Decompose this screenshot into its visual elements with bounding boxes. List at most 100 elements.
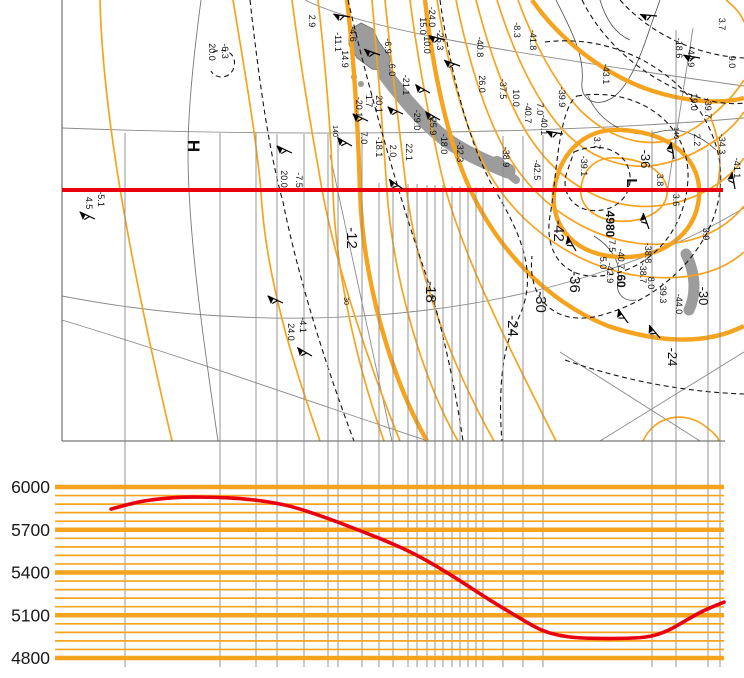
barb-tick (647, 15, 651, 20)
station-value-label: -41.8 (528, 30, 538, 51)
pressure-center-label: 4980 (603, 211, 617, 238)
wind-barb-icon (334, 138, 352, 152)
station-value-label: -18.1 (374, 137, 384, 158)
station-value-label: 3.8 (655, 174, 665, 187)
station-value-label: -40.1 (539, 115, 549, 136)
graticule-value-label: 140 (672, 127, 679, 139)
wind-barb-icon (265, 296, 283, 309)
wind-barb-icon (613, 309, 628, 326)
barb-pennant (334, 138, 343, 146)
small-island (358, 81, 364, 87)
y-axis-tick-label: 5700 (11, 520, 50, 540)
isotherm-value-label: -24 (665, 348, 680, 367)
station-value-label: -6.3 (220, 43, 230, 59)
station-value-label: -32.3 (455, 142, 465, 163)
station-value-label: -42.9 (605, 263, 615, 284)
height-contours-thick (347, 0, 744, 441)
station-value-label: -25.3 (435, 30, 445, 51)
station-value-label: -29.0 (412, 110, 422, 131)
station-value-label: 1.7 (364, 95, 374, 108)
station-value-label: -43.1 (601, 64, 611, 85)
station-value-label: -39.9 (557, 87, 567, 108)
station-value-label: -41.1 (732, 158, 742, 179)
station-value-label: -4.6 (348, 26, 358, 42)
height-scale-gridlines (55, 487, 724, 658)
pressure-center-label: H (184, 140, 203, 152)
isotherm-value-label: -42 (550, 220, 567, 242)
station-value-label: 19.0 (689, 93, 699, 111)
station-value-label: -38.7 (638, 263, 648, 284)
barb-pennant (640, 15, 647, 22)
station-value-label: -18.6 (674, 38, 684, 59)
station-value-label: -38.8 (643, 243, 653, 264)
station-value-label: -40.7 (523, 103, 533, 124)
weather-map-cross-section-view: HL498060-12-18-24-30-36-42-36-30-244.5-5… (0, 0, 744, 678)
y-axis-tick-label: 5100 (11, 605, 50, 625)
barb-pennant (265, 296, 273, 304)
station-value-label: -37.5 (498, 79, 508, 100)
station-value-label: -44.0 (674, 294, 684, 315)
barb-pennant (385, 107, 393, 115)
isotherm-value-label: -30 (696, 287, 711, 306)
thin-contour-gray (188, 0, 218, 441)
station-value-label: -39.7 (703, 98, 713, 119)
station-value-label: -6.9 (383, 38, 393, 54)
station-value-label: -7.5 (294, 172, 304, 188)
barb-pennant (412, 85, 421, 93)
y-axis-tick-label: 6000 (11, 477, 50, 497)
map-graticule (62, 0, 744, 441)
barb-pennant (332, 14, 339, 21)
isotherm-value-label: -18 (422, 281, 439, 303)
y-axis-tick-label: 4800 (11, 648, 50, 668)
station-value-label: -40.8 (475, 37, 485, 58)
station-value-label: 9.0 (727, 56, 737, 69)
wind-barb-icon (294, 348, 312, 362)
isotherm-value-label: -12 (343, 227, 360, 249)
station-value-label: -40.7 (616, 249, 626, 270)
isotherm-value-label: -36 (638, 150, 653, 169)
map-labels: HL498060-12-18-24-30-36-42-36-30-244.5-5… (84, 7, 742, 367)
barb-pennant (294, 348, 303, 356)
station-value-label: -24.0 (427, 7, 437, 28)
station-value-label: 3.7 (717, 18, 727, 31)
station-value-label: 20.1 (374, 95, 384, 113)
latitude-arc (62, 320, 428, 441)
y-axis-tick-labels: 6000 5700 5400 5100 4800 (11, 477, 50, 668)
pressure-center-label: L (623, 178, 640, 187)
barb-pennant (77, 212, 85, 220)
isotherm-value-label: -30 (532, 291, 549, 313)
station-value-label: -18.0 (439, 134, 449, 155)
station-value-label: 7.0 (535, 103, 545, 116)
station-value-label: 2.9 (307, 15, 317, 28)
station-value-label: -38.9 (501, 147, 511, 168)
station-value-label: -4.1 (298, 317, 308, 333)
graticule-value-label: 30 (342, 297, 349, 305)
wind-barb-icon (412, 85, 430, 99)
barb-pennant (274, 146, 282, 154)
station-value-label: -42.5 (532, 160, 542, 181)
station-value-label: 2.0 (388, 145, 398, 158)
station-value-label: 4.5 (84, 197, 94, 210)
station-value-label: 15.0 (418, 17, 428, 35)
barb-staff (618, 309, 628, 323)
station-value-label: -5.1 (96, 191, 106, 207)
station-value-label: 10.0 (511, 89, 521, 107)
station-value-label: -11.1 (333, 32, 343, 52)
wind-barb-icon (385, 107, 403, 120)
station-value-label: -44.9 (686, 47, 696, 68)
station-value-label: 20.0 (279, 170, 289, 188)
isotherm-value-label: -24 (504, 315, 521, 337)
station-value-label: -20.1 (354, 97, 364, 118)
station-value-label: 7.5 (607, 240, 617, 253)
station-value-label: 6.0 (387, 64, 397, 77)
station-value-label: 7.0 (359, 132, 369, 145)
pressure-center-label: 60 (614, 274, 628, 288)
y-axis-tick-label: 5400 (11, 563, 50, 583)
station-value-label: -25.9 (428, 115, 438, 136)
station-value-label: -34.3 (717, 134, 727, 155)
station-value-label: 2.2 (692, 134, 702, 147)
station-value-label: 3.9 (701, 228, 711, 241)
scene-svg: HL498060-12-18-24-30-36-42-36-30-244.5-5… (0, 0, 744, 678)
station-value-label: 22.1 (404, 143, 414, 161)
station-value-label: 24.0 (286, 323, 296, 341)
